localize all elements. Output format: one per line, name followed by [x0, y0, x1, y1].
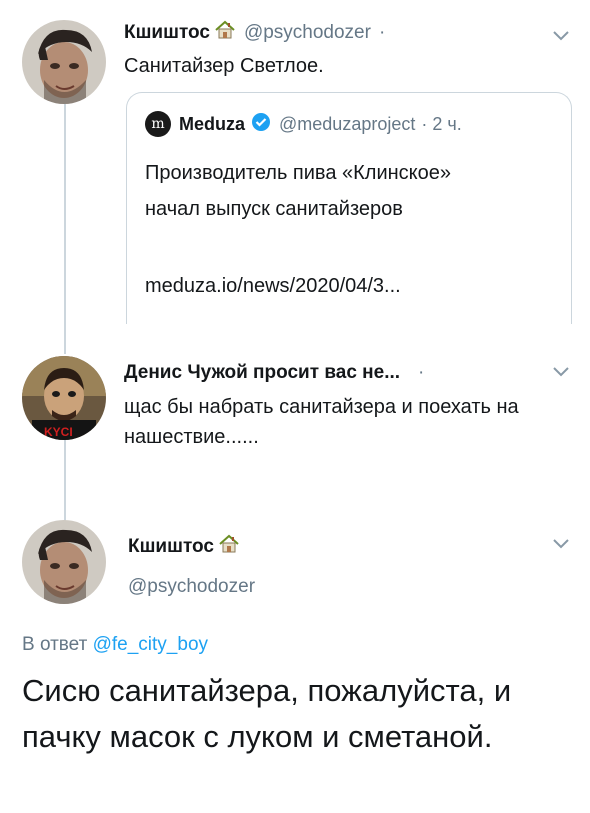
- tweet-text: Сисю санитайзера, пожалуйста, и пачку ма…: [22, 673, 512, 754]
- tweet-text: щас бы набрать санитайзера и поехать на …: [124, 396, 519, 448]
- user-avatar-photo-icon: [22, 520, 106, 604]
- avatar[interactable]: [22, 20, 106, 104]
- author-name[interactable]: Кшиштос: [124, 22, 210, 44]
- svg-text:KYCI: KYCI: [44, 425, 73, 439]
- quoted-author-handle: @meduzaproject: [279, 113, 416, 134]
- meduza-logo-icon: m: [145, 111, 171, 137]
- user-avatar-illustration-icon: KYCI: [22, 356, 106, 440]
- quoted-tweet-time: · 2 ч.: [421, 113, 462, 134]
- chevron-down-icon[interactable]: [552, 30, 570, 42]
- quoted-tweet-link[interactable]: meduza.io/news/2020/04/3...: [145, 275, 401, 298]
- reply-mention-link[interactable]: @fe_city_boy: [93, 634, 208, 655]
- reply-to-line: В ответ @fe_city_boy: [22, 634, 208, 656]
- tweet-text: Санитайзер Светлое.: [124, 55, 324, 77]
- author-name[interactable]: Кшиштос: [128, 536, 214, 558]
- quoted-author-name: Meduza: [179, 113, 246, 134]
- quoted-tweet-header: m Meduza @meduzaproject · 2 ч.: [145, 111, 462, 137]
- quoted-tweet[interactable]: m Meduza @meduzaproject · 2 ч. Производи…: [126, 92, 572, 324]
- avatar[interactable]: KYCI: [22, 356, 106, 440]
- quoted-tweet-text: Производитель пива «Клинское» начал выпу…: [145, 162, 452, 220]
- separator-dot: ·: [378, 21, 386, 43]
- user-avatar-photo-icon: [22, 20, 106, 104]
- tweet-header: Денис Чужой просит вас не... ·: [124, 362, 424, 384]
- author-handle[interactable]: @psychodozer: [128, 576, 255, 598]
- tweet-header: Кшиштос @psychodozer ·: [124, 20, 385, 45]
- house-emoji-icon: [214, 20, 236, 45]
- tweet-header: Кшиштос: [128, 534, 248, 559]
- author-name[interactable]: Денис Чужой просит вас не...: [124, 362, 400, 384]
- separator-dot: ·: [418, 362, 425, 383]
- author-handle[interactable]: @psychodozer: [244, 22, 371, 44]
- chevron-down-icon[interactable]: [552, 366, 570, 378]
- chevron-down-icon[interactable]: [552, 538, 570, 550]
- thread-line-2: [64, 440, 66, 524]
- avatar[interactable]: [22, 520, 106, 604]
- verified-badge-icon: [251, 112, 271, 137]
- reply-prefix: В ответ: [22, 634, 88, 655]
- thread-line-1: [64, 104, 66, 354]
- house-emoji-icon: [218, 534, 240, 559]
